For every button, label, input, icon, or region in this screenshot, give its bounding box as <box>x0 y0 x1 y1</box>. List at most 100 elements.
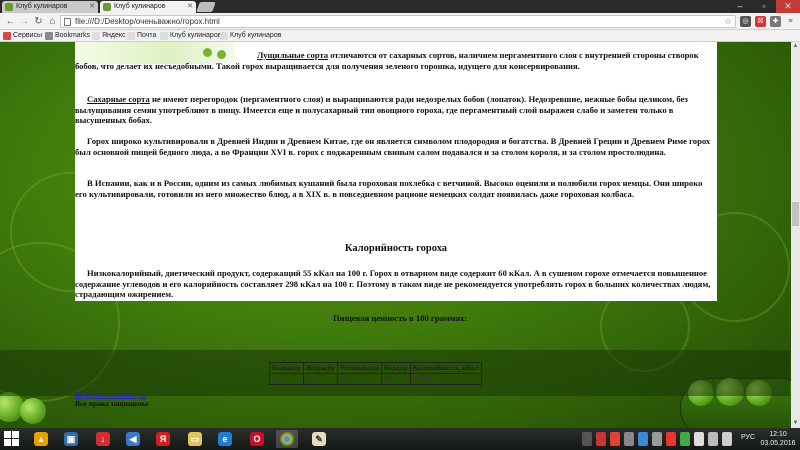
table-header: Калорийность, кКал <box>409 362 482 374</box>
taskbar-app[interactable]: ▣ <box>60 430 82 448</box>
table-cell: 5 <box>269 373 304 385</box>
bookmark-label: Bookmarks <box>55 32 91 39</box>
close-tab-icon[interactable]: ✕ <box>187 1 193 13</box>
app-icon: ▣ <box>64 432 78 446</box>
taskbar-app[interactable]: e <box>214 430 236 448</box>
taskbar-app[interactable]: ↓ <box>92 430 114 448</box>
opera-icon: O <box>250 432 264 446</box>
clock-time: 12:10 <box>769 431 787 438</box>
sugar-link[interactable]: Сахарные сорта <box>87 94 150 104</box>
page-icon <box>220 32 228 40</box>
bookmark-item[interactable]: Клуб кулинаров <box>220 31 281 41</box>
windows-taskbar: ▲ ▣ ↓ ◀ Я ▭ e O ✎ РУС 12:10 03.05.2016 <box>0 428 800 450</box>
tray-icon[interactable] <box>610 432 620 446</box>
scroll-thumb[interactable] <box>792 202 799 226</box>
bookmark-item[interactable]: Bookmarks <box>45 31 90 41</box>
paragraph-text: не имеют перегородок (пергаментного слоя… <box>75 94 688 125</box>
address-bar[interactable]: file:///D:/Desktop/оченьважно/горох.html… <box>60 15 736 28</box>
bookmark-label: Клуб кулинаров <box>230 32 282 39</box>
download-icon: ↓ <box>96 432 110 446</box>
taskbar-app-chrome[interactable] <box>276 430 298 448</box>
tab-1-label: Клуб кулинаров <box>16 3 68 10</box>
taskbar-app[interactable]: ✎ <box>308 430 330 448</box>
vertical-scrollbar[interactable]: ▲ ▼ <box>791 42 800 428</box>
yandex-icon: Я <box>156 432 170 446</box>
volume-icon[interactable] <box>722 432 732 446</box>
paragraph-history: Горох широко культивировали в Древней Ин… <box>75 136 711 157</box>
page-icon <box>160 32 168 40</box>
notepad-icon: ✎ <box>312 432 326 446</box>
taskbar-app[interactable]: Я <box>152 430 174 448</box>
clock-date: 03.05.2016 <box>760 440 796 447</box>
start-button[interactable] <box>4 431 20 447</box>
taskbar-app[interactable]: ◀ <box>122 430 144 448</box>
media-icon: ◀ <box>126 432 140 446</box>
apps-icon <box>3 32 11 40</box>
tab-strip: Клуб кулинаров ✕ Клуб кулинаров ✕ – ▫ ✕ <box>0 0 800 13</box>
folder-icon: ▭ <box>188 432 202 446</box>
table-cell: 55-298 <box>409 373 482 385</box>
bookmark-label: Яндекс <box>102 32 126 39</box>
tab-2-label: Клуб кулинаров <box>114 3 166 10</box>
taskbar-app[interactable]: ▭ <box>184 430 206 448</box>
bookmark-label: Клуб кулинаров <box>170 32 222 39</box>
bookmark-item[interactable]: Сервисы <box>3 31 42 41</box>
tab-1[interactable]: Клуб кулинаров ✕ <box>2 1 98 13</box>
back-to-main-link[interactable]: Вернуться на главную <box>75 390 146 399</box>
home-button[interactable]: ⌂ <box>46 15 59 28</box>
language-indicator[interactable]: РУС <box>741 434 755 441</box>
close-tab-icon[interactable]: ✕ <box>89 1 95 13</box>
tray-icon[interactable] <box>694 432 704 446</box>
system-clock[interactable]: 12:10 03.05.2016 <box>760 430 796 448</box>
tab-2[interactable]: Клуб кулинаров ✕ <box>100 1 196 13</box>
tray-icon[interactable] <box>624 432 634 446</box>
tray-icon[interactable] <box>652 432 662 446</box>
shelling-link[interactable]: Лущильные сорта <box>257 50 328 60</box>
new-tab-button[interactable] <box>196 2 216 12</box>
page-icon <box>127 32 135 40</box>
nutrition-title: Пищевая ценность в 100 граммах: <box>332 313 468 323</box>
tray-icon[interactable] <box>596 432 606 446</box>
table-row: 5 0.2 8.4 80 55-298 <box>269 373 482 385</box>
close-window-button[interactable]: ✕ <box>776 0 800 13</box>
bookmark-label: Сервисы <box>13 32 43 39</box>
chrome-icon <box>280 432 294 446</box>
favicon-icon <box>5 3 13 11</box>
reload-button[interactable]: ↻ <box>32 15 45 28</box>
table-header: Углеводы,гр <box>336 362 382 374</box>
extension-icon[interactable]: ◎ <box>740 16 751 27</box>
app-icon: ▲ <box>34 432 48 446</box>
tray-icon[interactable] <box>582 432 592 446</box>
forward-button[interactable]: → <box>18 15 31 28</box>
table-cell: 8.4 <box>336 373 382 385</box>
taskbar-app[interactable]: O <box>246 430 268 448</box>
table-header: Жиры,гр <box>302 362 338 374</box>
paragraph-sugar: Сахарные сорта не имеют перегородок (пер… <box>75 94 713 126</box>
puzzle-icon[interactable]: ✚ <box>770 16 781 27</box>
ie-icon: e <box>218 432 232 446</box>
bookmark-item[interactable]: Клуб кулинаров <box>160 31 221 41</box>
taskbar-app[interactable]: ▲ <box>30 430 52 448</box>
maximize-button[interactable]: ▫ <box>752 0 776 13</box>
browser-toolbar: ← → ↻ ⌂ file:///D:/Desktop/оченьважно/го… <box>0 13 800 30</box>
tray-icon[interactable] <box>638 432 648 446</box>
paragraph-text: отличаются от сахарных сортов, наличием … <box>75 50 699 71</box>
back-button[interactable]: ← <box>4 15 17 28</box>
scroll-down-icon[interactable]: ▼ <box>791 419 800 428</box>
bookmark-item[interactable]: Почта <box>127 31 156 41</box>
minimize-button[interactable]: – <box>728 0 752 13</box>
favicon-icon <box>103 3 111 11</box>
star-icon <box>45 32 53 40</box>
table-header-row: Белки,гр Жиры,гр Углеводы,гр Вода,гр Кал… <box>269 362 482 374</box>
network-icon[interactable] <box>708 432 718 446</box>
table-header: Белки,гр <box>269 362 304 374</box>
tray-icon[interactable] <box>666 432 676 446</box>
table-cell: 0.2 <box>302 373 338 385</box>
scroll-up-icon[interactable]: ▲ <box>791 42 800 51</box>
bookmark-item[interactable]: Яндекс <box>92 31 126 41</box>
bookmark-star-icon[interactable]: ☆ <box>724 16 732 27</box>
menu-icon[interactable]: ≡ <box>785 16 796 27</box>
extension-icon[interactable]: ☒ <box>755 16 766 27</box>
calorie-heading: Калорийность гороха <box>344 243 448 254</box>
tray-icon[interactable] <box>680 432 690 446</box>
